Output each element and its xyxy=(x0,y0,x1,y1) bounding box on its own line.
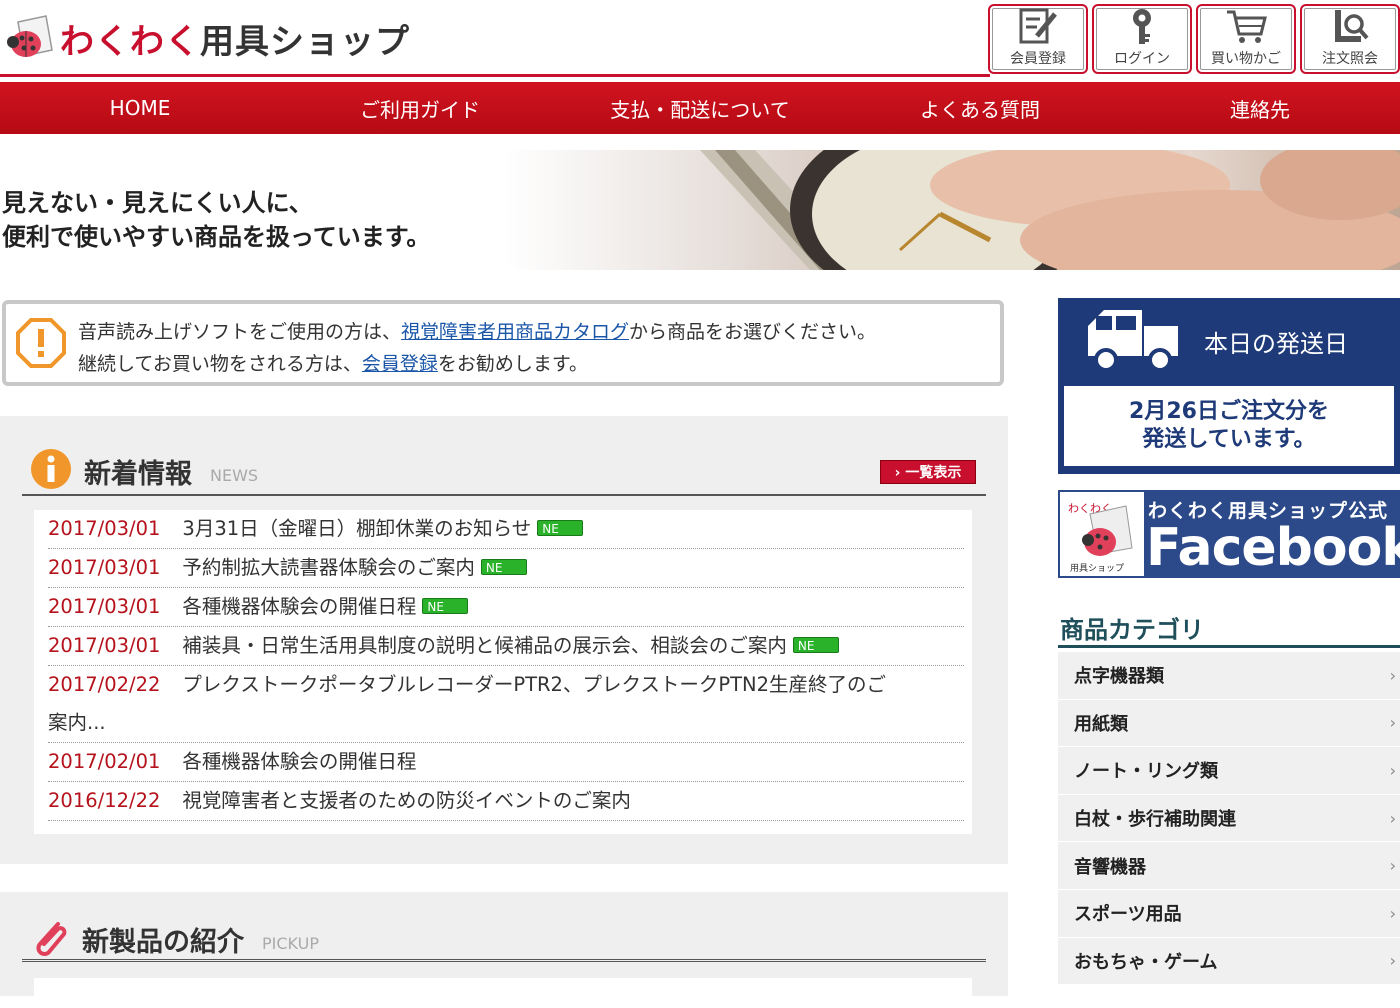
site-logo[interactable]: わくわく用具ショップ xyxy=(4,6,410,70)
news-header: 新着情報 NEWS › 一覧表示 xyxy=(22,444,986,496)
chevron-right-icon: › xyxy=(1389,856,1396,876)
category-item[interactable]: 点字機器類 › xyxy=(1058,652,1400,700)
category-header: 商品カテゴリ xyxy=(1058,604,1400,648)
register-button[interactable]: 会員登録 xyxy=(988,4,1088,74)
news-item[interactable]: 2017/03/01 各種機器体験会の開催日程 NE xyxy=(48,588,964,627)
nav-guide[interactable]: ご利用ガイド xyxy=(280,82,560,134)
pickup-title: 新製品の紹介 xyxy=(82,927,244,958)
shop-logo-small: わくわく 用具ショップ xyxy=(1060,492,1144,576)
nav-contact[interactable]: 連絡先 xyxy=(1120,82,1400,134)
shipping-title: 本日の発送日 xyxy=(1204,329,1348,358)
news-title: 新着情報 xyxy=(84,459,192,490)
news-panel: 新着情報 NEWS › 一覧表示 2017/03/01 3月31日（金曜日）棚卸休… xyxy=(0,416,1008,864)
category-item[interactable]: スポーツ用品 › xyxy=(1058,889,1400,938)
shipping-box: 本日の発送日 2月26日ご注文分を 発送しています。 xyxy=(1058,298,1400,474)
header-rule xyxy=(0,74,990,77)
category-item[interactable]: ノート・リング類 › xyxy=(1058,747,1400,795)
chevron-right-icon: › xyxy=(1389,808,1396,828)
category-item[interactable]: おもちゃ・ゲーム › xyxy=(1058,937,1400,986)
site-header: わくわく用具ショップ 会員登録 ログイン 買い物かご 注文照会 xyxy=(0,0,1400,80)
nav-payment-shipping[interactable]: 支払・配送について xyxy=(560,82,840,134)
new-badge: NE xyxy=(422,598,469,614)
category-item[interactable]: 音響機器 › xyxy=(1058,842,1400,890)
chevron-right-icon: › xyxy=(1389,760,1396,780)
member-register-link[interactable]: 会員登録 xyxy=(362,353,438,375)
pickup-subtitle: PICKUP xyxy=(262,934,319,953)
news-item[interactable]: 2017/03/01 3月31日（金曜日）棚卸休業のお知らせ NE xyxy=(48,510,964,549)
nav-home[interactable]: HOME xyxy=(0,82,280,134)
news-item[interactable]: 2017/02/01 各種機器体験会の開催日程 xyxy=(48,743,964,782)
ladybug-logo-icon xyxy=(4,12,56,64)
news-more-button[interactable]: › 一覧表示 xyxy=(880,460,976,484)
logo-text: わくわく用具ショップ xyxy=(60,21,410,62)
catalog-link[interactable]: 視覚障害者用商品カタログ xyxy=(401,321,629,343)
register-icon xyxy=(1019,8,1057,44)
svg-text:用具ショップ: 用具ショップ xyxy=(1070,563,1124,574)
nav-faq[interactable]: よくある質問 xyxy=(840,82,1120,134)
hero-banner: 見えない・見えにくい人に、 便利で使いやすい商品を扱っています。 xyxy=(0,150,1400,270)
new-badge: NE xyxy=(480,559,527,575)
header-buttons: 会員登録 ログイン 買い物かご 注文照会 xyxy=(988,4,1400,74)
hero-tagline: 見えない・見えにくい人に、 便利で使いやすい商品を扱っています。 xyxy=(2,189,431,251)
watch-photo-illustration xyxy=(700,150,1400,270)
shipping-message: 2月26日ご注文分を 発送しています。 xyxy=(1064,386,1394,466)
news-subtitle: NEWS xyxy=(210,466,259,485)
key-icon xyxy=(1133,9,1151,44)
cart-button[interactable]: 買い物かご xyxy=(1196,4,1296,74)
info-icon xyxy=(31,449,71,489)
news-item[interactable]: 2017/03/01 補装具・日常生活用具制度の説明と候補品の展示会、相談会のご案… xyxy=(48,627,964,666)
news-item[interactable]: 2016/12/22 視覚障害者と支援者のための防災イベントのご案内 xyxy=(48,782,964,821)
news-item[interactable]: 2017/03/01 予約制拡大読書器体験会のご案内 NE xyxy=(48,549,964,588)
truck-icon xyxy=(1088,310,1178,372)
pickup-header: 新製品の紹介 PICKUP xyxy=(22,914,986,962)
category-item[interactable]: 用紙類 › xyxy=(1058,699,1400,748)
facebook-banner[interactable]: わくわく 用具ショップ わくわく用具ショップ公式 Facebook xyxy=(1058,490,1400,578)
chevron-right-icon: › xyxy=(1389,665,1396,685)
chevron-right-icon: › xyxy=(1389,903,1396,923)
notice-text: 音声読み上げソフトをご使用の方は、視覚障害者用商品カタログから商品をお選びくださ… xyxy=(78,321,877,375)
new-badge: NE xyxy=(792,637,839,653)
warning-icon xyxy=(16,318,66,368)
notice-box: 音声読み上げソフトをご使用の方は、視覚障害者用商品カタログから商品をお選びくださ… xyxy=(2,300,1004,386)
main-nav: HOME ご利用ガイド 支払・配送について よくある質問 連絡先 xyxy=(0,82,1400,134)
pickup-content xyxy=(34,978,972,1008)
category-list: 点字機器類 › 用紙類 › ノート・リング類 › 白杖・歩行補助関連 › 音響機器 › ス… xyxy=(1058,652,1400,986)
category-item[interactable]: 白杖・歩行補助関連 › xyxy=(1058,794,1400,843)
order-search-icon xyxy=(1335,10,1369,42)
chevron-right-icon: › xyxy=(1389,713,1396,733)
paperclip-icon xyxy=(36,922,67,956)
news-list: 2017/03/01 3月31日（金曜日）棚卸休業のお知らせ NE 2017/03/… xyxy=(34,510,972,834)
login-button[interactable]: ログイン xyxy=(1092,4,1192,74)
news-item[interactable]: 2017/02/22 プレクストークポータブルレコーダーPTR2、プレクストークP… xyxy=(48,666,964,743)
new-badge: NE xyxy=(537,520,584,536)
facebook-wordmark: Facebook xyxy=(1146,518,1400,578)
cart-icon xyxy=(1227,10,1267,43)
order-lookup-button[interactable]: 注文照会 xyxy=(1300,4,1400,74)
chevron-right-icon: › xyxy=(1389,951,1396,971)
pickup-panel: 新製品の紹介 PICKUP xyxy=(0,892,1008,1008)
